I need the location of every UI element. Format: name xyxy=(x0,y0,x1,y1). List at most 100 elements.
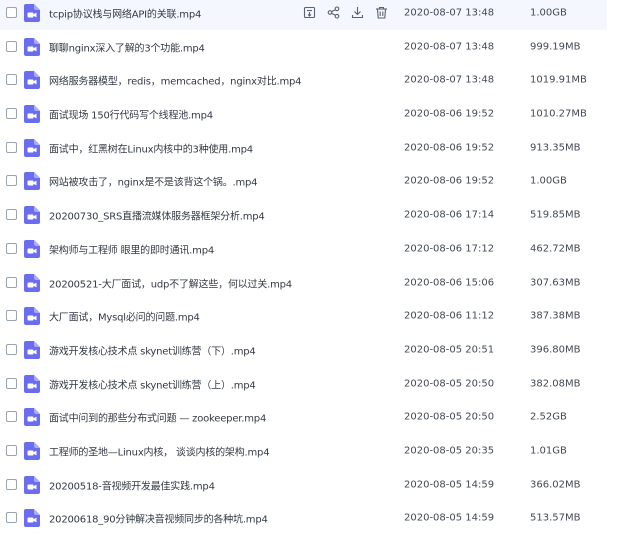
file-row[interactable]: 面试中，红黑树在Linux内核中的3种使用.mp4 2020-08-06 19:… xyxy=(0,131,607,165)
file-size: 387.38MB xyxy=(530,310,581,322)
video-file-icon xyxy=(24,138,40,157)
file-row[interactable]: 20200518-音视频开发最佳实践.mp4 2020-08-05 14:59 … xyxy=(0,468,607,502)
row-checkbox[interactable] xyxy=(6,343,17,355)
file-name[interactable]: 20200521-大厂面试，udp不了解这些，何以过关.mp4 xyxy=(49,275,292,290)
file-row[interactable]: 架构师与工程师 眼里的即时通讯.mp4 2020-08-06 17:12 462… xyxy=(0,232,607,266)
file-size: 2.52GB xyxy=(530,411,567,423)
file-size: 396.80MB xyxy=(530,344,581,356)
video-file-icon xyxy=(24,37,40,56)
row-checkbox[interactable] xyxy=(6,310,17,322)
file-name[interactable]: 面试中，红黑树在Linux内核中的3种使用.mp4 xyxy=(49,140,253,155)
delete-icon[interactable] xyxy=(373,5,389,21)
video-file-icon xyxy=(24,442,40,461)
file-date: 2020-08-07 13:48 xyxy=(404,74,495,86)
video-file-icon xyxy=(24,408,40,427)
file-name[interactable]: 架构师与工程师 眼里的即时通讯.mp4 xyxy=(49,241,214,256)
file-name[interactable]: 20200618_90分钟解决音视频同步的各种坑.mp4 xyxy=(49,511,268,526)
video-file-icon xyxy=(24,307,40,326)
row-checkbox[interactable] xyxy=(6,6,17,18)
file-size: 382.08MB xyxy=(530,378,581,390)
file-name[interactable]: 面试现场 150行代码写个线程池.mp4 xyxy=(49,107,213,122)
file-date: 2020-08-06 19:52 xyxy=(404,108,495,120)
row-checkbox[interactable] xyxy=(6,40,17,52)
row-checkbox[interactable] xyxy=(6,242,17,254)
row-checkbox[interactable] xyxy=(6,377,17,389)
file-size: 513.57MB xyxy=(530,512,581,524)
video-file-icon xyxy=(24,206,40,225)
file-size: 1019.91MB xyxy=(530,74,587,86)
file-row[interactable]: 游戏开发核心技术点 skynet训练营（下）.mp4 2020-08-05 20… xyxy=(0,333,607,367)
file-date: 2020-08-06 17:12 xyxy=(404,243,495,255)
file-list: tcpip协议栈与网络API的关联.mp4 2020-08-07 13:48 1… xyxy=(0,0,640,534)
file-size: 999.19MB xyxy=(530,41,581,53)
file-name[interactable]: 20200518-音视频开发最佳实践.mp4 xyxy=(49,477,215,492)
video-file-icon xyxy=(24,340,40,359)
file-name[interactable]: 网络服务器模型，redis，memcached，nginx对比.mp4 xyxy=(49,73,302,88)
file-row[interactable]: 聊聊nginx深入了解的3个功能.mp4 2020-08-07 13:48 99… xyxy=(0,30,607,64)
file-row[interactable]: 20200618_90分钟解决音视频同步的各种坑.mp4 2020-08-05 … xyxy=(0,502,607,535)
file-date: 2020-08-06 17:14 xyxy=(404,209,495,221)
row-checkbox[interactable] xyxy=(6,445,17,457)
video-file-icon xyxy=(24,374,40,393)
file-name[interactable]: 网站被攻击了，nginx是不是该背这个锅。.mp4 xyxy=(49,174,258,189)
file-row[interactable]: 工程师的圣地—Linux内核， 谈谈内核的架构.mp4 2020-08-05 2… xyxy=(0,434,607,468)
file-size: 366.02MB xyxy=(530,479,581,491)
file-name[interactable]: tcpip协议栈与网络API的关联.mp4 xyxy=(49,5,201,20)
file-row[interactable]: 大厂面试，Mysql必问的问题.mp4 2020-08-06 11:12 387… xyxy=(0,299,607,333)
file-date: 2020-08-05 20:50 xyxy=(404,378,495,390)
row-checkbox[interactable] xyxy=(6,276,17,288)
video-file-icon xyxy=(24,172,40,191)
file-name[interactable]: 面试中问到的那些分布式问题 — zookeeper.mp4 xyxy=(49,410,266,425)
file-name[interactable]: 大厂面试，Mysql必问的问题.mp4 xyxy=(49,309,200,324)
file-name[interactable]: 游戏开发核心技术点 skynet训练营（下）.mp4 xyxy=(49,342,256,357)
file-name[interactable]: 工程师的圣地—Linux内核， 谈谈内核的架构.mp4 xyxy=(49,444,270,459)
file-row[interactable]: 网站被攻击了，nginx是不是该背这个锅。.mp4 2020-08-06 19:… xyxy=(0,165,607,199)
row-checkbox[interactable] xyxy=(6,74,17,86)
file-size: 1.00GB xyxy=(530,175,567,187)
row-actions xyxy=(301,5,389,21)
file-size: 307.63MB xyxy=(530,277,581,289)
file-size: 1.01GB xyxy=(530,445,567,457)
file-date: 2020-08-05 20:35 xyxy=(404,445,495,457)
row-checkbox[interactable] xyxy=(6,141,17,153)
file-date: 2020-08-07 13:48 xyxy=(404,7,495,19)
file-date: 2020-08-05 20:50 xyxy=(404,411,495,423)
file-size: 1.00GB xyxy=(530,7,567,19)
video-file-icon xyxy=(24,509,40,528)
file-row[interactable]: 20200730_SRS直播流媒体服务器框架分析.mp4 2020-08-06 … xyxy=(0,198,607,232)
file-date: 2020-08-06 19:52 xyxy=(404,175,495,187)
video-file-icon xyxy=(24,273,40,292)
share-icon[interactable] xyxy=(301,5,317,21)
file-size: 913.35MB xyxy=(530,142,581,154)
file-date: 2020-08-07 13:48 xyxy=(404,41,495,53)
link-share-icon[interactable] xyxy=(325,5,341,21)
file-date: 2020-08-06 15:06 xyxy=(404,277,495,289)
file-date: 2020-08-05 14:59 xyxy=(404,512,495,524)
row-checkbox[interactable] xyxy=(6,411,17,423)
video-file-icon xyxy=(24,71,40,90)
file-size: 462.72MB xyxy=(530,243,581,255)
row-checkbox[interactable] xyxy=(6,108,17,120)
file-size: 519.85MB xyxy=(530,209,581,221)
row-checkbox[interactable] xyxy=(6,512,17,524)
file-name[interactable]: 游戏开发核心技术点 skynet训练营（上）.mp4 xyxy=(49,376,256,391)
file-name[interactable]: 聊聊nginx深入了解的3个功能.mp4 xyxy=(49,39,205,54)
file-date: 2020-08-06 11:12 xyxy=(404,310,495,322)
file-row[interactable]: 网络服务器模型，redis，memcached，nginx对比.mp4 2020… xyxy=(0,64,607,98)
download-icon[interactable] xyxy=(349,5,365,21)
file-name[interactable]: 20200730_SRS直播流媒体服务器框架分析.mp4 xyxy=(49,208,265,223)
file-row[interactable]: tcpip协议栈与网络API的关联.mp4 2020-08-07 13:48 1… xyxy=(0,0,607,30)
row-checkbox[interactable] xyxy=(6,209,17,221)
file-row[interactable]: 20200521-大厂面试，udp不了解这些，何以过关.mp4 2020-08-… xyxy=(0,266,607,300)
file-row[interactable]: 游戏开发核心技术点 skynet训练营（上）.mp4 2020-08-05 20… xyxy=(0,367,607,401)
file-date: 2020-08-06 19:52 xyxy=(404,142,495,154)
video-file-icon xyxy=(24,239,40,258)
file-row[interactable]: 面试中问到的那些分布式问题 — zookeeper.mp4 2020-08-05… xyxy=(0,401,607,435)
file-size: 1010.27MB xyxy=(530,108,587,120)
file-row[interactable]: 面试现场 150行代码写个线程池.mp4 2020-08-06 19:52 10… xyxy=(0,97,607,131)
video-file-icon xyxy=(24,105,40,124)
row-checkbox[interactable] xyxy=(6,175,17,187)
file-date: 2020-08-05 20:51 xyxy=(404,344,495,356)
video-file-icon xyxy=(24,3,40,22)
row-checkbox[interactable] xyxy=(6,478,17,490)
